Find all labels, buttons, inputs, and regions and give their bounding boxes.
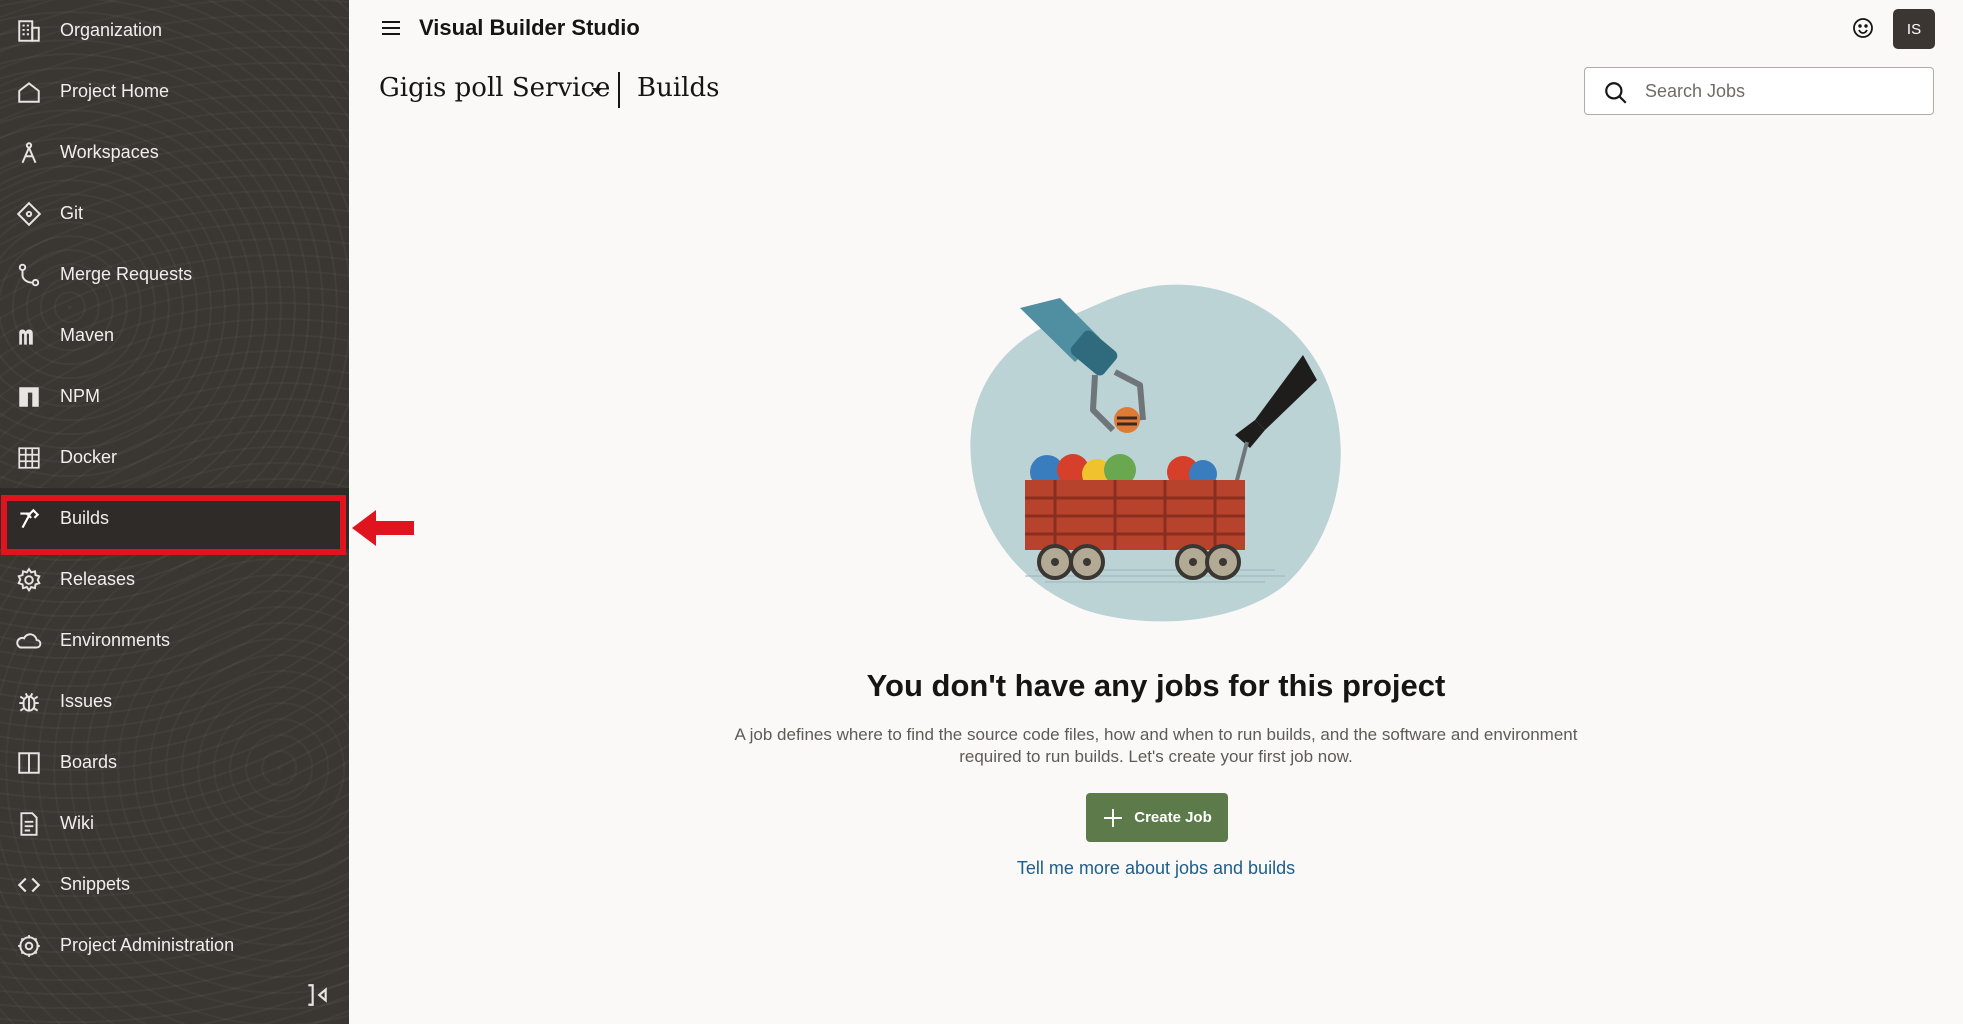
gear-badge-icon [16, 566, 42, 593]
home-icon [16, 79, 42, 105]
sidebar-item-boards[interactable]: Boards [0, 732, 349, 793]
sidebar-item-label: Environments [60, 630, 171, 650]
empty-state-heading: You don't have any jobs for this project [866, 668, 1446, 703]
feedback-smiley-icon[interactable] [1851, 16, 1875, 40]
sidebar-item-label: Boards [60, 752, 118, 772]
settings-icon [16, 933, 42, 959]
sidebar-item-label: Issues [60, 691, 113, 711]
collapse-sidebar-icon[interactable] [304, 982, 330, 1008]
sidebar-item-merge-requests[interactable]: Merge Requests [0, 244, 349, 305]
hammer-icon [16, 506, 42, 532]
sidebar-item-builds[interactable]: Builds [0, 488, 349, 549]
sidebar-item-git[interactable]: Git [0, 183, 349, 244]
sidebar-item-label: Merge Requests [60, 264, 193, 284]
sidebar-item-releases[interactable]: Releases [0, 549, 349, 610]
search-icon [1605, 82, 1627, 104]
sidebar-item-label: Project Administration [60, 935, 235, 955]
git-icon [16, 201, 42, 227]
maven-icon [16, 323, 42, 349]
hamburger-menu-icon[interactable] [379, 16, 403, 40]
npm-icon [16, 384, 42, 410]
cloud-icon [16, 628, 42, 654]
create-job-button[interactable]: Create Job [1086, 793, 1228, 842]
board-icon [16, 750, 42, 776]
sidebar-item-label: Wiki [60, 813, 94, 833]
page-title: Builds [637, 73, 720, 103]
sidebar-item-label: Maven [60, 325, 115, 345]
search-input[interactable] [1645, 76, 1915, 106]
sidebar-item-label: Releases [60, 569, 136, 589]
sidebar-nav: Organization Project Home Workspaces Git… [0, 0, 349, 1024]
sidebar-item-label: NPM [60, 386, 100, 406]
sidebar-item-environments[interactable]: Environments [0, 610, 349, 671]
sidebar-item-npm[interactable]: NPM [0, 366, 349, 427]
code-icon [16, 872, 42, 898]
sidebar-item-project-administration[interactable]: Project Administration [0, 915, 349, 976]
sidebar-item-maven[interactable]: Maven [0, 305, 349, 366]
sidebar-item-label: Workspaces [60, 142, 159, 162]
create-job-label: Create Job [1134, 809, 1212, 826]
sidebar-item-workspaces[interactable]: Workspaces [0, 122, 349, 183]
document-icon [16, 811, 42, 837]
empty-state-description: A job defines where to find the source c… [700, 724, 1612, 768]
docker-icon [16, 445, 42, 471]
sidebar-item-label: Builds [60, 508, 110, 528]
learn-more-link[interactable]: Tell me more about jobs and builds [900, 858, 1412, 879]
sidebar-item-label: Docker [60, 447, 118, 467]
search-box [1584, 67, 1934, 115]
sidebar-item-label: Organization [60, 20, 163, 40]
plus-icon [1104, 808, 1123, 827]
chevron-down-icon[interactable] [589, 86, 605, 96]
sidebar-item-label: Snippets [60, 874, 131, 894]
sidebar-item-label: Git [60, 203, 84, 223]
red-arrow-icon [352, 510, 414, 546]
sidebar-item-snippets[interactable]: Snippets [0, 854, 349, 915]
empty-state-illustration [970, 284, 1341, 622]
sidebar-item-docker[interactable]: Docker [0, 427, 349, 488]
sidebar-item-project-home[interactable]: Project Home [0, 61, 349, 122]
sidebar-item-label: Project Home [60, 81, 170, 101]
user-avatar[interactable]: IS [1893, 9, 1935, 49]
sidebar-item-organization[interactable]: Organization [0, 0, 349, 61]
app-title: Visual Builder Studio [419, 15, 640, 40]
building-icon [16, 18, 42, 44]
breadcrumb-divider [618, 72, 620, 108]
compass-icon [16, 140, 42, 166]
sidebar-item-wiki[interactable]: Wiki [0, 793, 349, 854]
description-line-2: required to run builds. Let's create you… [959, 747, 1353, 766]
project-selector[interactable]: Gigis poll Service [379, 73, 610, 103]
merge-icon [16, 262, 42, 288]
sidebar-item-issues[interactable]: Issues [0, 671, 349, 732]
description-line-1: A job defines where to find the source c… [734, 725, 1578, 744]
bug-icon [16, 689, 42, 715]
